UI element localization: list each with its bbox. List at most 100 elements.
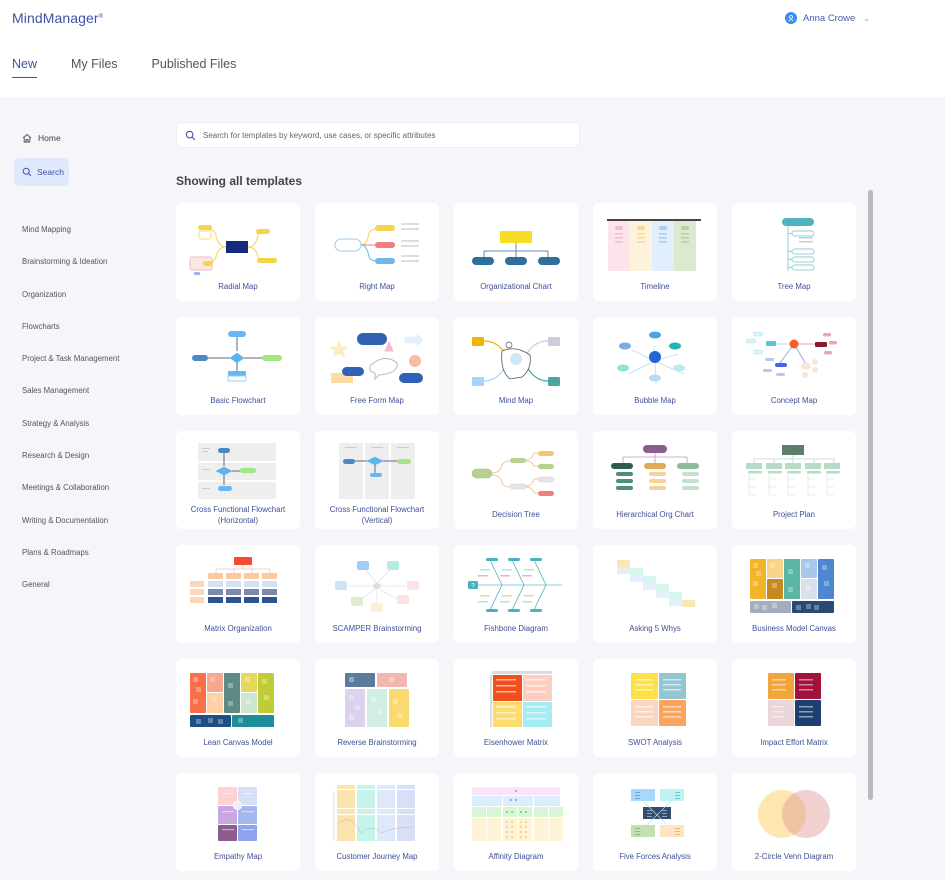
lean-canvas-model-thumbnail <box>190 673 274 727</box>
tab-published-files[interactable]: Published Files <box>152 57 237 78</box>
template-card[interactable]: Radial Map <box>176 203 300 301</box>
empathy-map-thumbnail <box>218 787 257 841</box>
template-label: Bubble Map <box>634 396 676 405</box>
template-card[interactable]: Basic Flowchart <box>176 317 300 415</box>
template-subtitle: (Horizontal) <box>217 516 259 525</box>
template-card[interactable]: Hierarchical Org Chart <box>593 431 717 529</box>
template-card[interactable]: ? Fishbone Diagram <box>454 545 578 643</box>
template-card[interactable]: Right Map <box>315 203 439 301</box>
organizational-chart-thumbnail <box>472 231 560 265</box>
template-card[interactable]: Five Forces Analysis <box>593 773 717 871</box>
template-card[interactable]: 2-Circle Venn Diagram <box>732 773 856 871</box>
search-icon <box>185 130 196 140</box>
template-card[interactable]: SWOT Analysis <box>593 659 717 757</box>
2-circle-venn-diagram-thumbnail <box>758 790 830 838</box>
template-card[interactable]: Timeline <box>593 203 717 301</box>
tab-new[interactable]: New <box>12 57 38 78</box>
template-label: Basic Flowchart <box>210 396 266 405</box>
template-card[interactable]: Decision Tree <box>454 431 578 529</box>
template-card[interactable]: Cross Functional Flowchart (Horizontal) <box>176 431 300 529</box>
sidebar-item-home[interactable]: Home <box>22 133 61 143</box>
project-plan-thumbnail <box>746 445 840 496</box>
sidebar-category[interactable]: Mind Mapping <box>22 225 119 257</box>
reverse-brainstorming-thumbnail <box>345 673 409 727</box>
sidebar-category[interactable]: Meetings & Collaboration <box>22 483 119 515</box>
logo-mark: ® <box>98 14 104 20</box>
sidebar-category[interactable]: Writing & Documentation <box>22 516 119 548</box>
template-card[interactable]: Empathy Map <box>176 773 300 871</box>
sidebar-item-label: Search <box>37 167 64 177</box>
template-card[interactable]: Mind Map <box>454 317 578 415</box>
sidebar-category[interactable]: Brainstorming & Ideation <box>22 257 119 289</box>
template-card[interactable]: Eisenhower Matrix <box>454 659 578 757</box>
template-label: 2-Circle Venn Diagram <box>754 852 834 861</box>
five-forces-analysis-thumbnail <box>631 789 684 837</box>
template-grid: Radial Map Right Map Organizational Chart T… <box>176 203 856 871</box>
template-card[interactable]: SCAMPER Brainstorming <box>315 545 439 643</box>
sidebar-category[interactable]: Project & Task Management <box>22 354 119 386</box>
template-label: Reverse Brainstorming <box>337 738 417 747</box>
template-label: Affinity Diagram <box>488 852 544 861</box>
template-card[interactable]: Customer Journey Map <box>315 773 439 871</box>
template-card[interactable]: Concept Map <box>732 317 856 415</box>
template-label: Five Forces Analysis <box>619 852 691 861</box>
tree-map-thumbnail <box>782 218 815 271</box>
template-card[interactable]: Affinity Diagram <box>454 773 578 871</box>
decision-tree-thumbnail <box>471 451 555 496</box>
fishbone-diagram-thumbnail: ? <box>468 558 562 612</box>
timeline-thumbnail <box>607 219 701 271</box>
chevron-down-icon: ⌄ <box>863 13 870 23</box>
template-card[interactable]: Matrix Organization <box>176 545 300 643</box>
template-label: Tree Map <box>777 282 811 291</box>
template-card[interactable]: Lean Canvas Model <box>176 659 300 757</box>
user-menu[interactable]: Anna Crowe ⌄ <box>785 12 870 24</box>
app-logo[interactable]: MindManager® <box>12 10 103 26</box>
template-card[interactable]: Free Form Map <box>315 317 439 415</box>
template-card[interactable]: Project Plan <box>732 431 856 529</box>
sidebar-category[interactable]: Sales Management <box>22 386 119 418</box>
cross-functional-flowchart-thumbnail <box>198 443 276 499</box>
hierarchical-org-chart-thumbnail <box>611 445 699 490</box>
sidebar-category[interactable]: Plans & Roadmaps <box>22 548 119 580</box>
bubble-map-thumbnail <box>617 331 685 385</box>
scrollbar[interactable] <box>868 190 873 800</box>
sidebar-category[interactable]: Research & Design <box>22 451 119 483</box>
tab-my-files[interactable]: My Files <box>71 57 118 78</box>
right-map-thumbnail <box>334 223 419 264</box>
template-card[interactable]: Organizational Chart <box>454 203 578 301</box>
main-tabs: New My Files Published Files <box>12 57 270 78</box>
template-card[interactable]: Business Model Canvas <box>732 545 856 643</box>
template-card[interactable]: Bubble Map <box>593 317 717 415</box>
logo-text: MindManager <box>12 10 99 26</box>
template-label: Hierarchical Org Chart <box>616 510 694 519</box>
template-search <box>176 122 580 148</box>
template-subtitle: (Vertical) <box>361 516 393 525</box>
template-search-input[interactable] <box>203 130 563 140</box>
sidebar-category[interactable]: Strategy & Analysis <box>22 419 119 451</box>
home-icon <box>22 133 32 143</box>
template-label: Project Plan <box>772 510 816 519</box>
radial-map-thumbnail <box>189 225 277 275</box>
template-label: Customer Journey Map <box>336 852 418 861</box>
category-list: Mind Mapping Brainstorming & Ideation Orga… <box>22 225 119 613</box>
template-card[interactable]: Asking 5 Whys <box>593 545 717 643</box>
template-card[interactable]: Cross Functional Flowchart (Vertical) <box>315 431 439 529</box>
template-label: Empathy Map <box>213 852 263 861</box>
free-form-map-thumbnail <box>329 333 424 383</box>
template-card[interactable]: Reverse Brainstorming <box>315 659 439 757</box>
results-heading: Showing all templates <box>176 174 303 188</box>
template-label: SWOT Analysis <box>627 738 682 747</box>
template-label: Decision Tree <box>492 510 540 519</box>
template-card[interactable]: Tree Map <box>732 203 856 301</box>
cross-functional-flowchart-thumbnail <box>339 443 415 499</box>
template-label: Matrix Organization <box>204 624 272 633</box>
business-model-canvas-thumbnail <box>750 559 834 613</box>
template-title: Cross Functional Flowchart <box>329 505 425 514</box>
sidebar-category[interactable]: Flowcharts <box>22 322 119 354</box>
template-label: SCAMPER Brainstorming <box>332 624 422 633</box>
sidebar-category[interactable]: General <box>22 580 119 612</box>
template-label: Right Map <box>359 282 395 291</box>
sidebar-item-search[interactable]: Search <box>14 158 69 186</box>
sidebar-category[interactable]: Organization <box>22 290 119 322</box>
template-card[interactable]: Impact Effort Matrix <box>732 659 856 757</box>
